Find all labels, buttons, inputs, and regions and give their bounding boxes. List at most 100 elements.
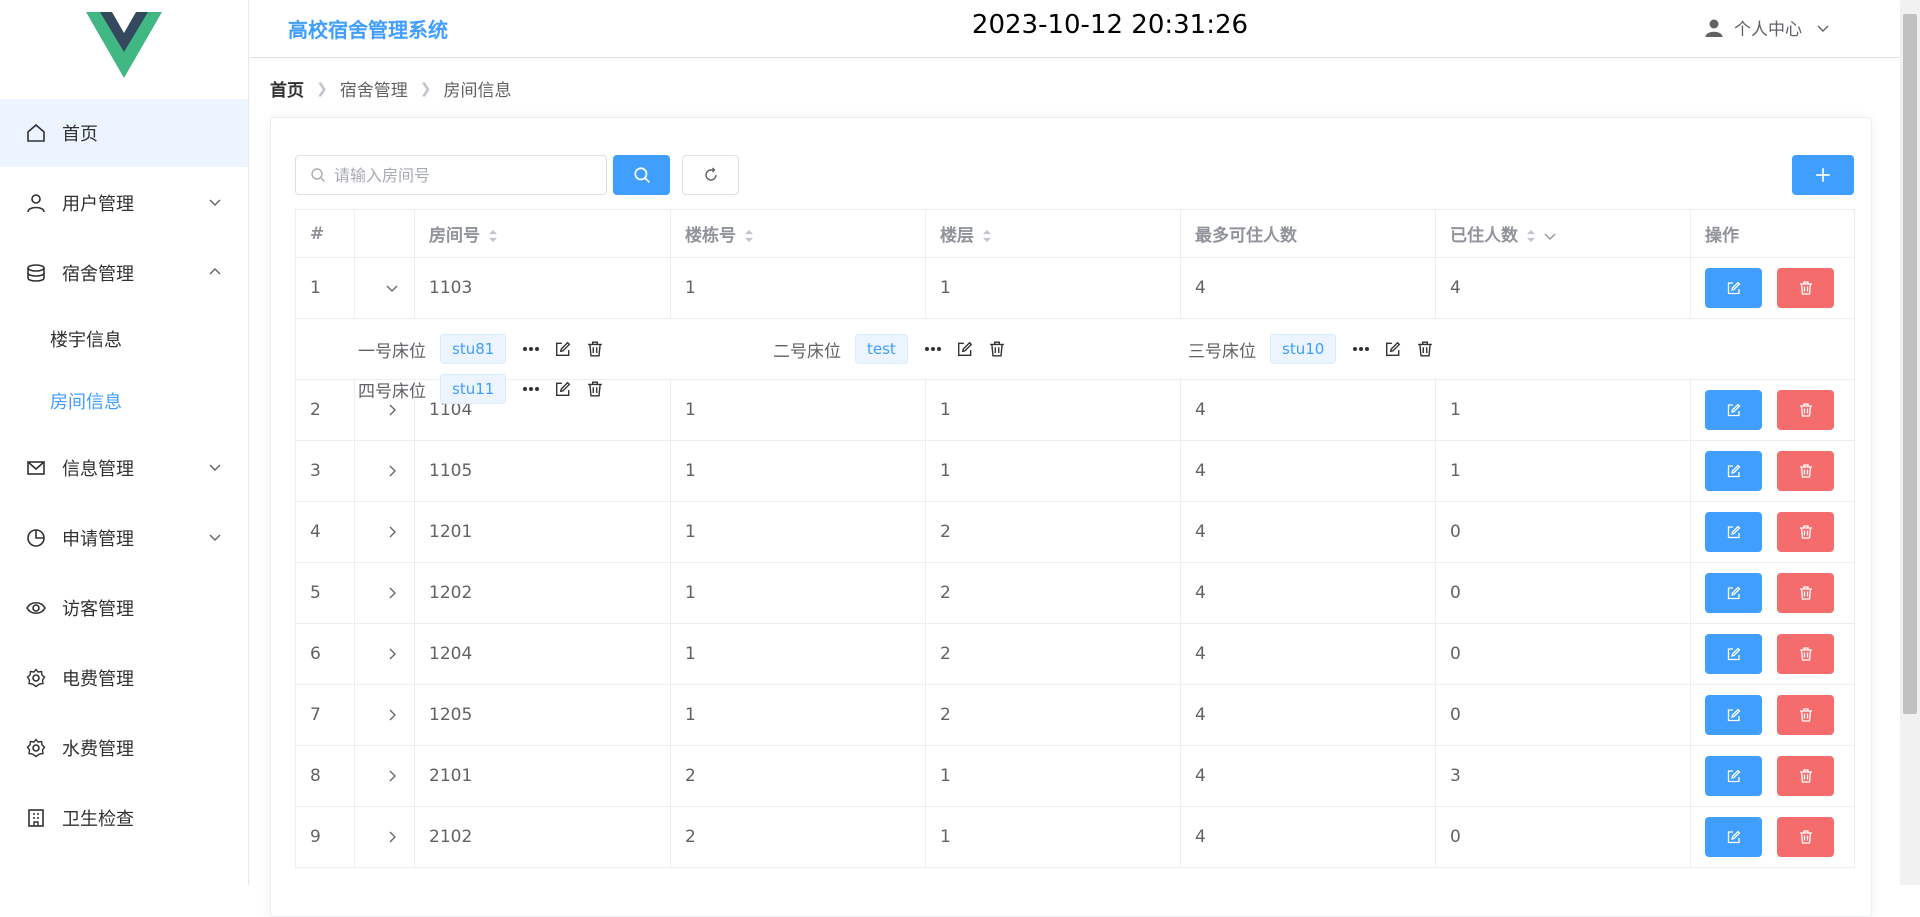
more-icon[interactable] (522, 340, 540, 358)
breadcrumb-separator-icon: ❯ (316, 80, 328, 97)
trash-icon[interactable] (586, 380, 604, 398)
chevron-right-icon (389, 404, 396, 416)
edit-icon[interactable] (956, 340, 974, 358)
chevron-down-icon (209, 534, 221, 541)
user-icon (1705, 19, 1723, 37)
delete-button[interactable] (1777, 756, 1834, 796)
delete-button[interactable] (1777, 634, 1834, 674)
cell-room: 1103 (414, 257, 671, 319)
sort-caret-icon[interactable] (488, 229, 498, 243)
edit-button[interactable] (1705, 268, 1762, 308)
delete-button[interactable] (1777, 451, 1834, 491)
column-header-label: 已住人数 (1450, 226, 1518, 246)
edit-button[interactable] (1705, 390, 1762, 430)
add-room-button[interactable] (1792, 155, 1854, 195)
sidebar-item-dorm[interactable]: 宿舍管理 (0, 239, 248, 307)
cell-room: 1201 (414, 501, 671, 563)
scrollbar-thumb[interactable] (1903, 14, 1917, 714)
trash-icon (1799, 464, 1812, 478)
breadcrumb-item[interactable]: 首页 (270, 76, 304, 101)
sidebar-item-apply[interactable]: 申请管理 (0, 504, 248, 572)
delete-button[interactable] (1777, 695, 1834, 735)
column-header-room[interactable]: 房间号 (414, 209, 671, 258)
column-header-floor[interactable]: 楼层 (925, 209, 1181, 258)
column-header-building[interactable]: 楼栋号 (670, 209, 926, 258)
edit-icon[interactable] (554, 340, 572, 358)
delete-button[interactable] (1777, 268, 1834, 308)
sort-caret-icon[interactable] (744, 229, 754, 243)
sidebar-item-users[interactable]: 用户管理 (0, 169, 248, 237)
edit-button[interactable] (1705, 756, 1762, 796)
column-header-current[interactable]: 已住人数 (1435, 209, 1691, 258)
trash-icon (1799, 403, 1812, 417)
edit-icon[interactable] (554, 380, 572, 398)
breadcrumb: 首页 ❯ 宿舍管理 ❯ 房间信息 (270, 76, 511, 102)
cell-index: 2 (295, 379, 355, 441)
sidebar-item-hygiene[interactable]: 卫生检查 (0, 784, 248, 852)
edit-button[interactable] (1705, 695, 1762, 735)
page-scrollbar[interactable] (1900, 0, 1920, 885)
edit-button[interactable] (1705, 573, 1762, 613)
row-expand-toggle[interactable] (354, 501, 415, 563)
rooms-table: # 房间号 楼栋号 楼层 最多可住人数 已住人数 操作 1 1103 1 1 4… (295, 209, 1855, 868)
sidebar-item-water[interactable]: 水费管理 (0, 714, 248, 782)
more-icon[interactable] (1352, 340, 1370, 358)
sidebar-subitem-rooms[interactable]: 房间信息 (0, 371, 248, 431)
search-button[interactable] (613, 155, 670, 195)
chevron-right-icon (389, 770, 396, 782)
row-expand-toggle[interactable] (354, 562, 415, 624)
delete-button[interactable] (1777, 390, 1834, 430)
row-expand-toggle[interactable] (354, 806, 415, 868)
delete-button[interactable] (1777, 817, 1834, 857)
row-expand-toggle[interactable] (354, 684, 415, 746)
sort-caret-icon[interactable] (1526, 229, 1536, 243)
more-icon[interactable] (924, 340, 942, 358)
edit-icon[interactable] (1384, 340, 1402, 358)
sidebar-item-info[interactable]: 信息管理 (0, 434, 248, 502)
edit-button[interactable] (1705, 634, 1762, 674)
cell-building: 1 (670, 379, 926, 441)
delete-button[interactable] (1777, 512, 1834, 552)
cell-actions (1690, 440, 1855, 502)
search-input[interactable] (334, 165, 594, 185)
sidebar-item-electricity[interactable]: 电费管理 (0, 644, 248, 712)
cell-building: 1 (670, 257, 926, 319)
bed-slot: 二号床位 test (773, 334, 1020, 364)
sidebar-item-label: 首页 (62, 124, 98, 145)
sidebar-item-home[interactable]: 首页 (0, 99, 248, 167)
cell-room: 1105 (414, 440, 671, 502)
search-field[interactable] (295, 155, 607, 195)
cell-floor: 1 (925, 440, 1181, 502)
user-center-dropdown[interactable]: 个人中心 (1704, 15, 1830, 40)
row-expand-toggle[interactable] (354, 257, 415, 319)
sidebar-item-label: 用户管理 (62, 194, 134, 215)
table-body: 2 1104 1 1 4 1 3 1105 1 1 4 1 4 1201 1 2 4 0 5 1202 1 2 4 0 6 120… (295, 379, 1855, 868)
cell-floor: 1 (925, 745, 1181, 807)
sidebar-item-visitors[interactable]: 访客管理 (0, 574, 248, 642)
cell-room: 2102 (414, 806, 671, 868)
cell-building: 1 (670, 501, 926, 563)
filter-chevron-icon[interactable] (1544, 230, 1556, 242)
edit-button[interactable] (1705, 512, 1762, 552)
sort-caret-icon[interactable] (982, 229, 992, 243)
gear-icon (26, 738, 46, 758)
row-expand-toggle[interactable] (354, 623, 415, 685)
row-expand-toggle[interactable] (354, 440, 415, 502)
search-icon (311, 168, 325, 182)
row-expand-toggle[interactable] (354, 745, 415, 807)
sidebar-subitem-buildings[interactable]: 楼宇信息 (0, 309, 248, 369)
chevron-right-icon (389, 709, 396, 721)
cell-actions (1690, 257, 1855, 319)
edit-icon (1727, 281, 1740, 295)
trash-icon[interactable] (988, 340, 1006, 358)
more-icon[interactable] (522, 380, 540, 398)
edit-button[interactable] (1705, 817, 1762, 857)
trash-icon[interactable] (1416, 340, 1434, 358)
reset-button[interactable] (682, 155, 739, 195)
bed-label: 一号床位 (358, 341, 426, 362)
edit-icon (1727, 769, 1740, 783)
edit-button[interactable] (1705, 451, 1762, 491)
delete-button[interactable] (1777, 573, 1834, 613)
building-icon (26, 808, 46, 828)
trash-icon[interactable] (586, 340, 604, 358)
